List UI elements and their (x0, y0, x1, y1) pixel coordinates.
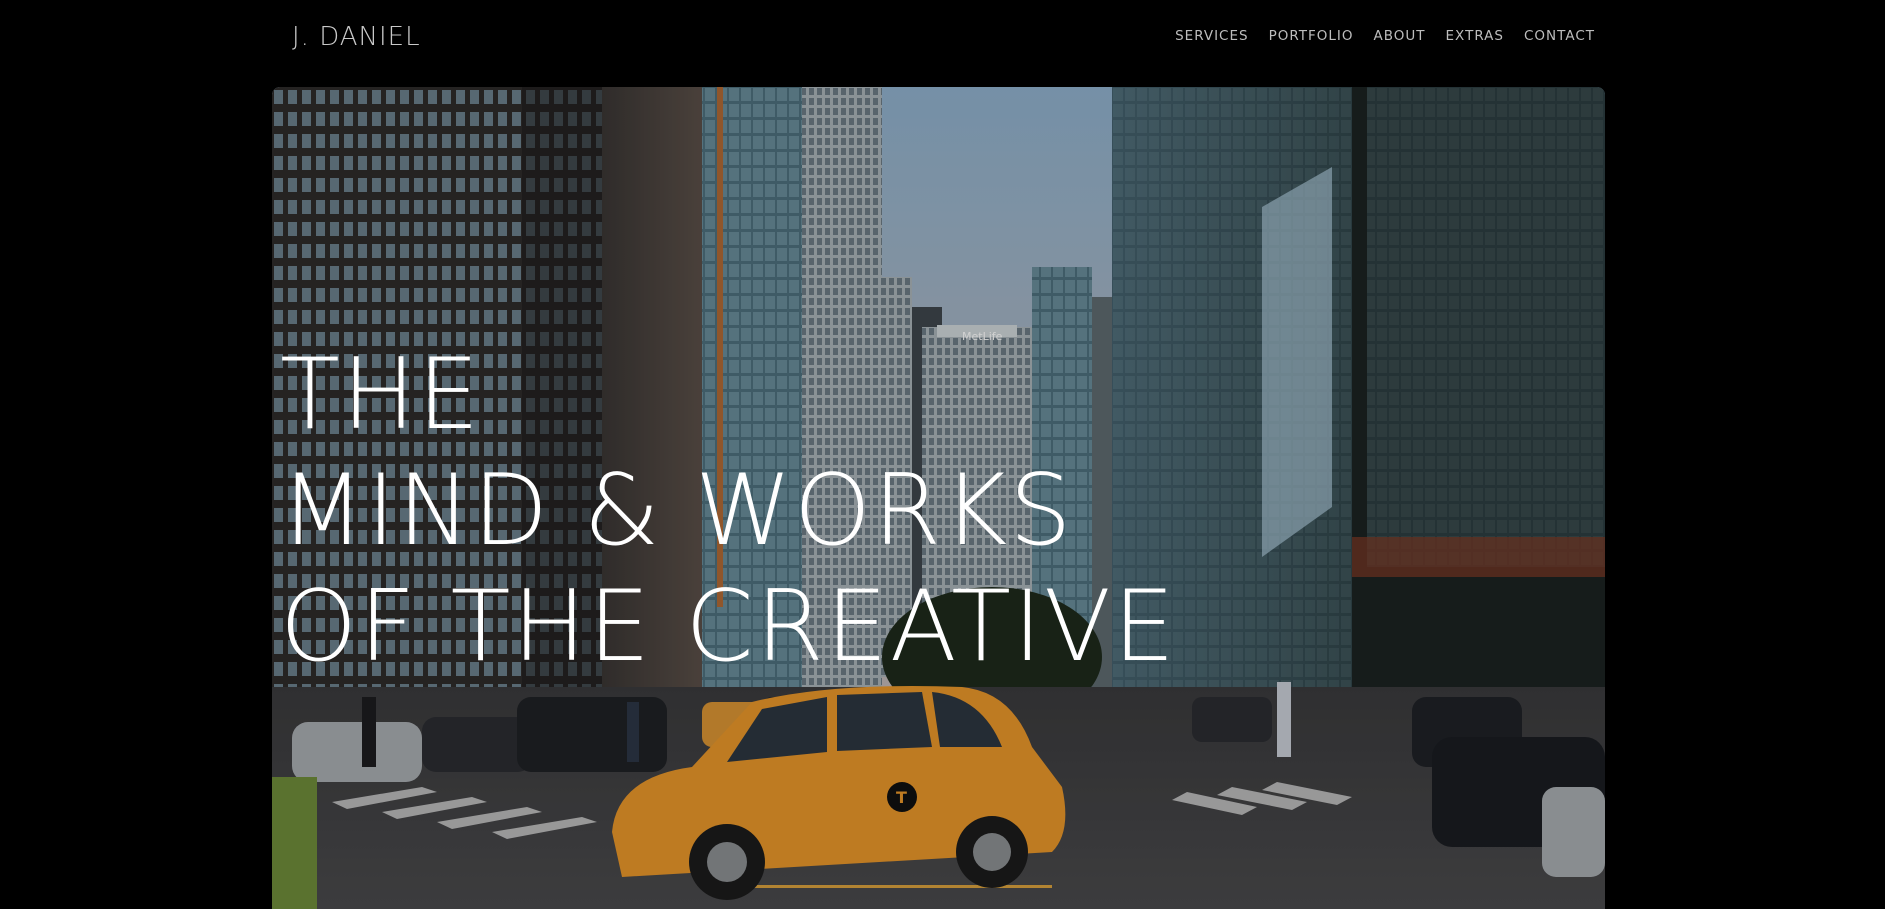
hero-title-line-2: MIND & WORKS (280, 454, 1074, 568)
nav-contact[interactable]: CONTACT (1524, 28, 1595, 44)
site-header: J. DANIEL SERVICES PORTFOLIO ABOUT EXTRA… (272, 0, 1605, 87)
hero-section: MetLife T THE MIND & WORKS OF THE CREATI… (272, 87, 1605, 909)
nav-extras[interactable]: EXTRAS (1446, 28, 1504, 44)
nav-about[interactable]: ABOUT (1374, 28, 1426, 44)
main-nav: SERVICES PORTFOLIO ABOUT EXTRAS CONTACT (1175, 28, 1595, 44)
site-logo[interactable]: J. DANIEL (292, 22, 421, 52)
page: J. DANIEL SERVICES PORTFOLIO ABOUT EXTRA… (0, 0, 1885, 909)
hero-title-line-3: OF THE CREATIVE (280, 570, 1177, 684)
nav-services[interactable]: SERVICES (1175, 28, 1248, 44)
nav-portfolio[interactable]: PORTFOLIO (1269, 28, 1354, 44)
hero-title: THE MIND & WORKS OF THE CREATIVE (280, 337, 1177, 685)
hero-title-line-1: THE (280, 338, 482, 452)
